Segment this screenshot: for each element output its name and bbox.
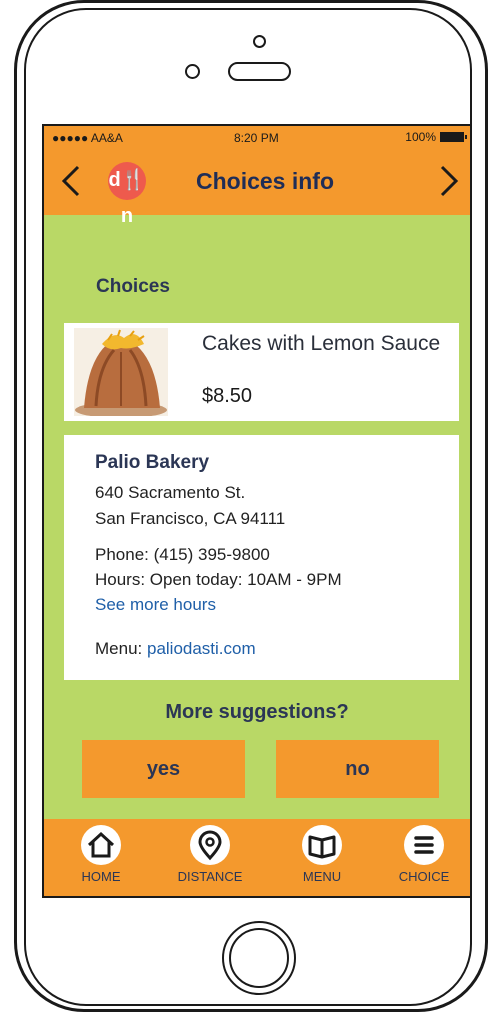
battery-status: 100% [405,130,467,144]
list-icon [404,825,444,865]
back-chevron-icon[interactable] [56,164,86,198]
no-button[interactable]: no [276,740,439,798]
sensor [185,64,200,79]
forward-chevron-icon[interactable] [434,164,464,198]
speaker [228,62,291,81]
menu-link[interactable]: paliodasti.com [147,639,256,658]
restaurant-name: Palio Bakery [95,452,210,473]
tab-home[interactable]: HOME [56,825,146,884]
tab-label: DISTANCE [177,869,243,884]
location-pin-icon [190,825,230,865]
suggestions-question: More suggestions? [165,701,349,723]
address-line-2: San Francisco, CA 94111 [95,509,286,528]
home-icon [81,825,121,865]
battery-icon [440,132,467,142]
tab-bar: HOME DISTANCE MENU CHOICE [44,819,470,896]
restaurant-info-card: Palio Bakery 640 Sacramento St. San Fran… [64,435,459,680]
cake-photo [74,328,168,416]
address-line-1: 640 Sacramento St. [95,483,246,502]
app-logo: d🍴n [108,162,146,227]
tab-label: HOME [81,869,121,884]
tab-label: CHOICE [398,869,450,884]
hours-text: Hours: Open today: 10AM - 9PM [95,570,342,589]
tab-choice[interactable]: CHOICE [379,825,469,884]
item-price: $8.50 [202,385,253,407]
phone-number[interactable]: Phone: (415) 395-9800 [95,545,270,565]
battery-label: 100% [405,130,436,144]
see-more-hours-link[interactable]: See more hours [95,595,216,615]
item-name: Cakes with Lemon Sauce [202,332,441,355]
nav-bar: d🍴n Choices info [44,148,470,227]
tab-menu[interactable]: MENU [277,825,367,884]
choice-card[interactable]: Cakes with Lemon Sauce $8.50 [64,323,459,421]
status-bar: ●●●●● AA&A 8:20 PM 100% [44,126,470,148]
menu-line: Menu: paliodasti.com [95,639,256,659]
hardware-home-button[interactable] [222,921,296,995]
section-title: Choices [96,276,170,297]
page-title: Choices info [196,168,335,194]
app-screen: ●●●●● AA&A 8:20 PM 100% d🍴n Choices info… [42,124,472,898]
status-time: 8:20 PM [234,131,279,145]
book-icon [302,825,342,865]
carrier-label: ●●●●● AA&A [52,131,123,145]
yes-button[interactable]: yes [82,740,245,798]
tab-distance[interactable]: DISTANCE [165,825,255,884]
menu-label: Menu: [95,639,143,658]
tab-label: MENU [302,869,342,884]
camera [253,35,266,48]
